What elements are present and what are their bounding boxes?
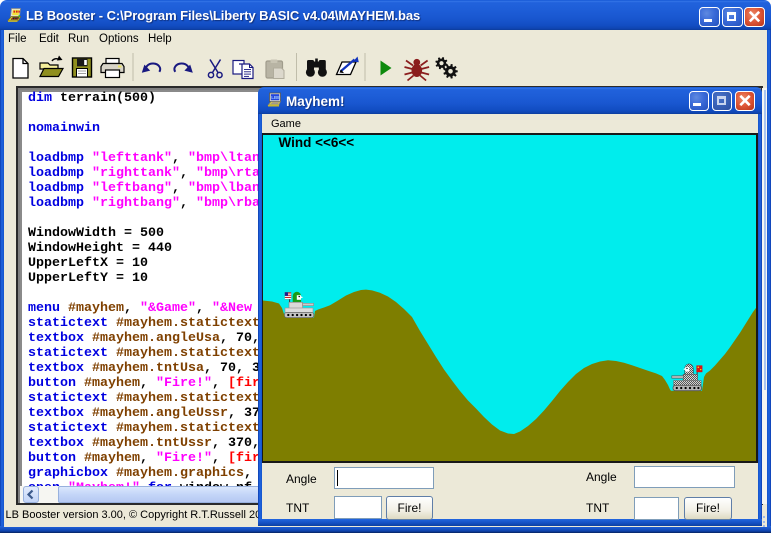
- svg-text:LBB: LBB: [271, 95, 281, 100]
